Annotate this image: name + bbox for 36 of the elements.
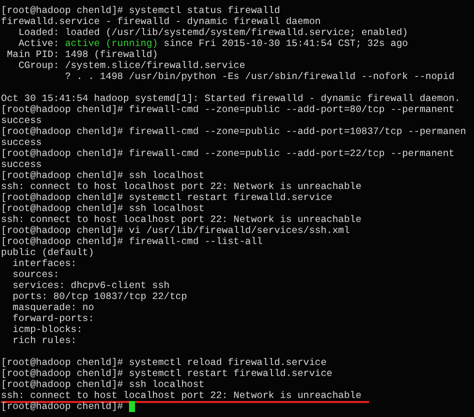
terminal-line: success [1, 159, 42, 170]
terminal-line: rich rules: [12, 335, 77, 346]
terminal-line: CGroup: /system.slice/firewalld.service [17, 60, 246, 71]
terminal-line: [root@hadoop chenld]# systemctl restart firewalld.service [1, 368, 332, 379]
terminal-line: Oct 30 15:41:54 hadoop systemd[1]: Started firewalld - dynamic firewall daemon. [1, 93, 460, 104]
terminal-line: [root@hadoop chenld]# systemctl status firewalld [1, 5, 280, 16]
terminal-line: Active: active (running) since Fri 2015-10-30 15:41:54 CST; 32s ago [17, 38, 408, 49]
terminal-line: [root@hadoop chenld]# firewall-cmd --list-all [1, 236, 263, 247]
terminal-line: ssh: connect to host localhost port 22: Network is unreachable [1, 214, 362, 225]
terminal-line: sources: [12, 269, 60, 280]
terminal-line: [root@hadoop chenld]# ssh localhost [1, 170, 204, 181]
terminal-line: forward-ports: [12, 313, 94, 324]
terminal-line: ssh: connect to host localhost port 22: Network is unreachable [1, 391, 370, 403]
terminal-line: firewalld.service - firewalld - dynamic firewall daemon [1, 16, 321, 27]
terminal-line: Loaded: loaded (/usr/lib/systemd/system/firewalld.service; enabled) [17, 27, 408, 38]
terminal-line: [root@hadoop chenld]# vi /usr/lib/firewalld/services/ssh.xml [1, 225, 350, 236]
terminal-line: [root@hadoop chenld]# firewall-cmd --zone=public --add-port=22/tcp --permanent [1, 148, 454, 159]
terminal-line: [root@hadoop chenld]# systemctl restart firewalld.service [1, 192, 332, 203]
terminal-line: success [1, 115, 42, 126]
terminal-line: [root@hadoop chenld]# firewall-cmd --zone=public --add-port=10837/tcp --permanen [1, 126, 466, 137]
terminal-line: [root@hadoop chenld]# ssh localhost [1, 203, 204, 214]
terminal-line: masquerade: no [12, 302, 94, 313]
terminal-line: services: dhcpv6-client ssh [12, 280, 170, 291]
terminal-line: [root@hadoop chenld]# firewall-cmd --zone=public --add-port=80/tcp --permanent [1, 104, 454, 115]
cursor-icon [128, 401, 135, 412]
terminal-line: ? . . 1498 /usr/bin/python -Es /usr/sbin/firewalld --nofork --nopid [64, 71, 454, 82]
terminal-line: Main PID: 1498 (firewalld) [6, 49, 158, 60]
terminal-line: public (default) [1, 247, 94, 258]
terminal-line: [root@hadoop chenld]# systemctl reload firewalld.service [1, 357, 327, 368]
terminal-line: ssh: connect to host localhost port 22: Network is unreachable [1, 181, 362, 192]
terminal-line: icmp-blocks: [12, 324, 82, 335]
terminal-line: interfaces: [12, 258, 77, 269]
terminal-line: success [1, 137, 42, 148]
terminal-line: ports: 80/tcp 10837/tcp 22/tcp [12, 291, 188, 302]
terminal-line: [root@hadoop chenld]# ssh localhost [1, 379, 204, 390]
terminal-prompt: [root@hadoop chenld]# [1, 401, 124, 412]
